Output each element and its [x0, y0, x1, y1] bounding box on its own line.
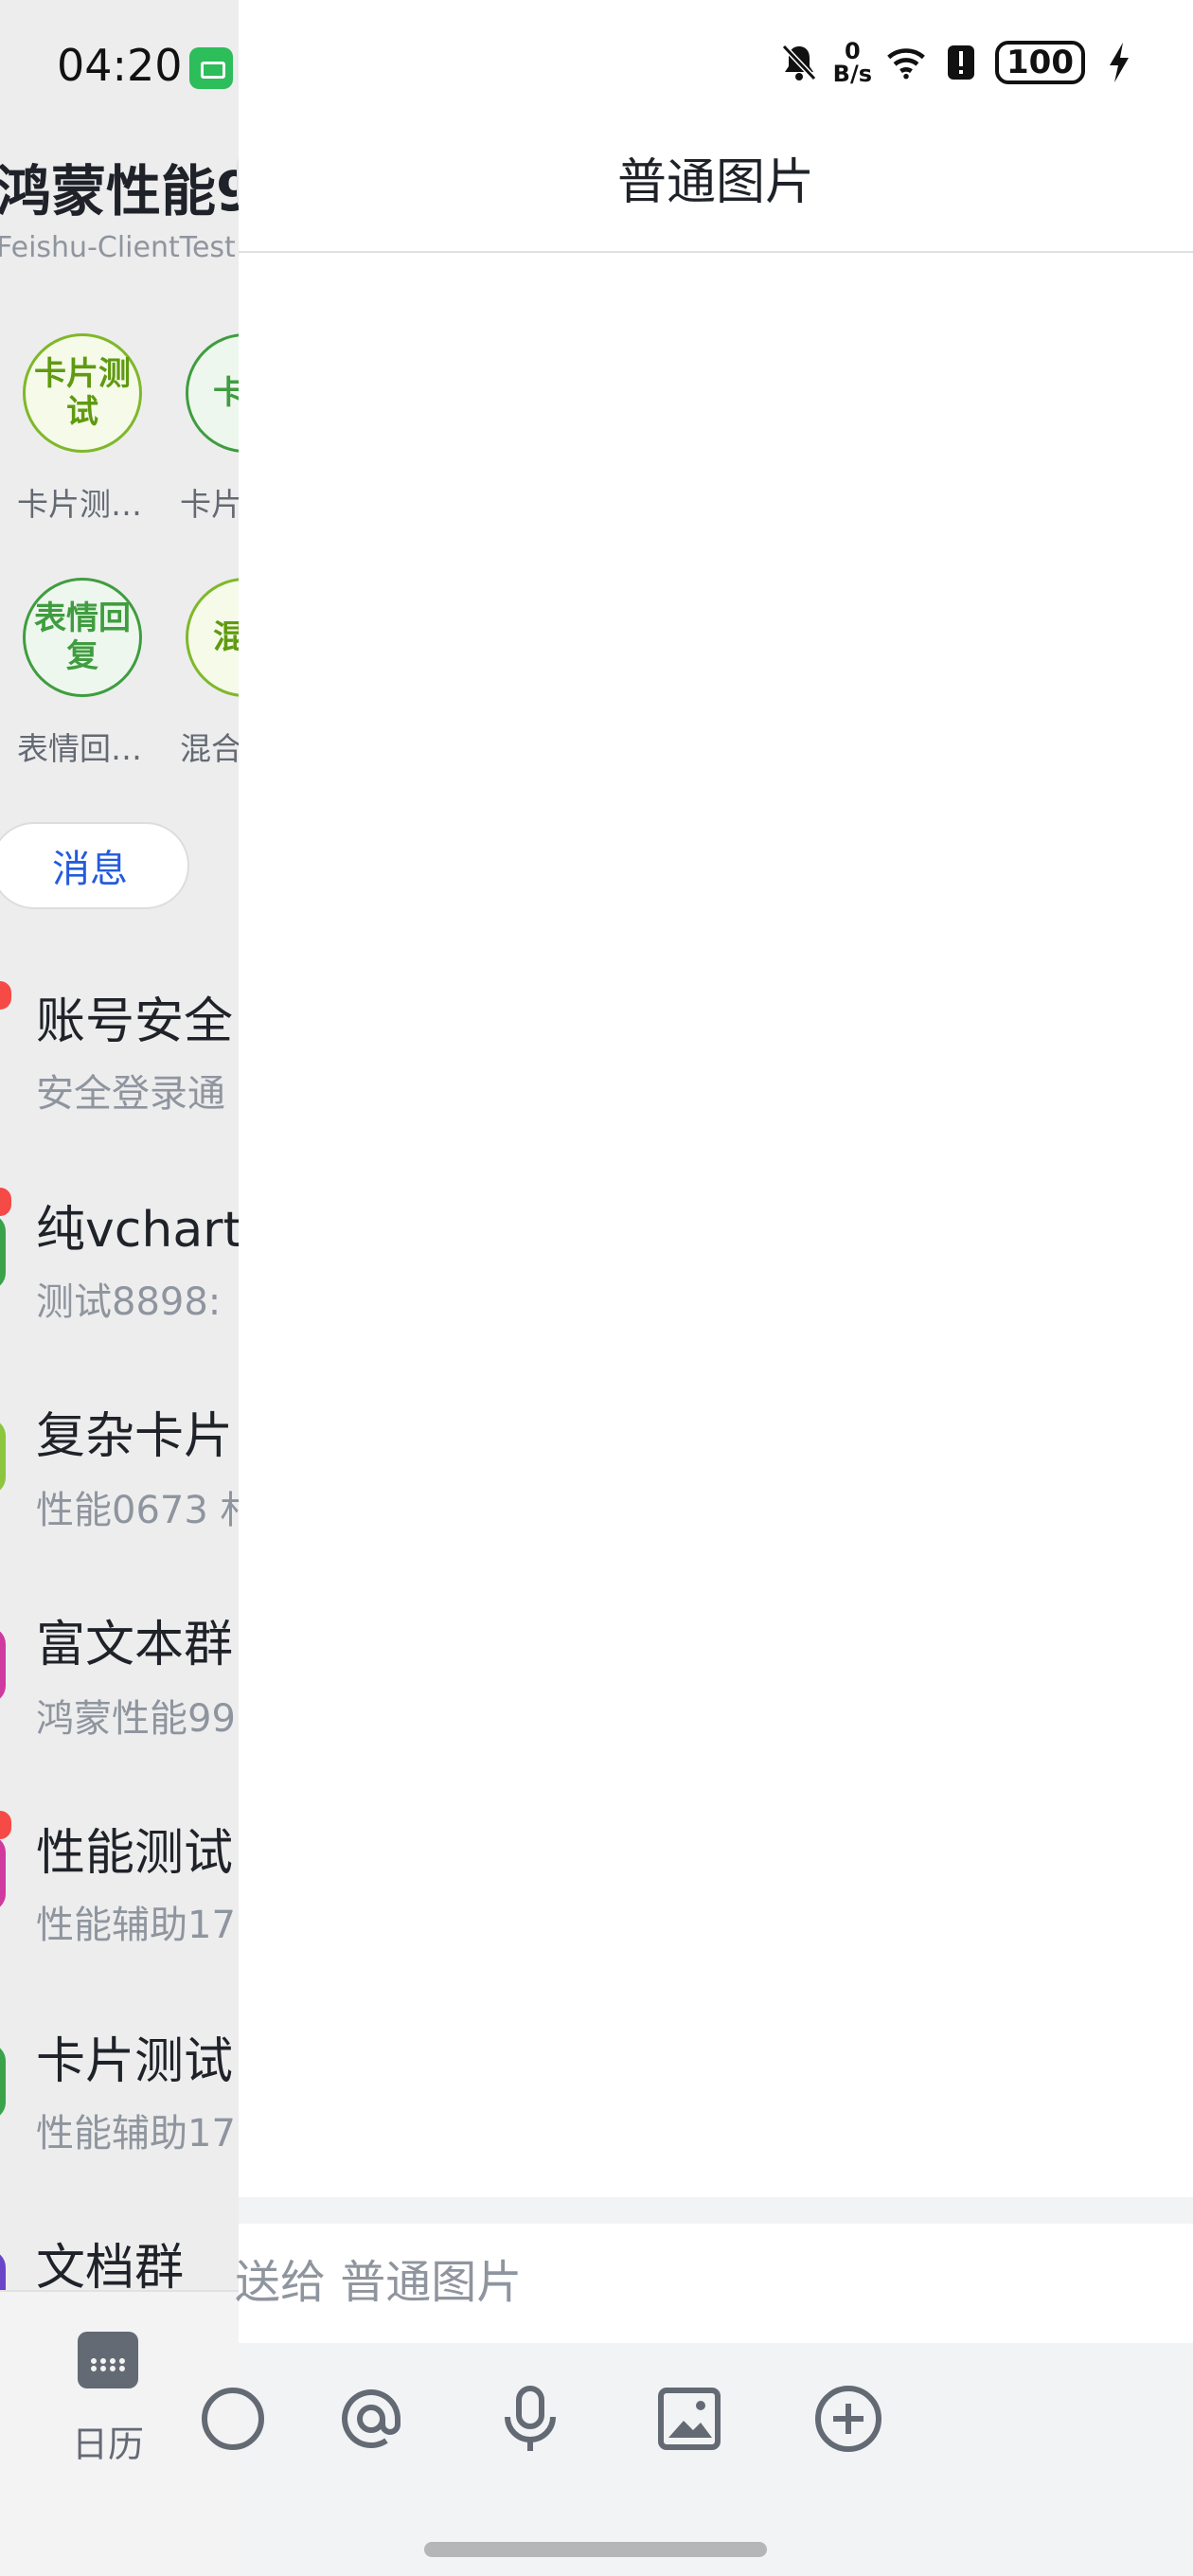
mention-button[interactable] [333, 2381, 409, 2457]
shortcut-label: 表情回… [17, 730, 142, 767]
shortcut-mixed-icon[interactable]: 混消 [186, 578, 239, 697]
bolt-icon [1098, 41, 1140, 84]
shortcut-card-test-icon[interactable]: 卡片测试 [23, 333, 142, 453]
chat-avatar [0, 1835, 6, 1911]
wifi-icon [885, 41, 927, 84]
chat-avatar [0, 1627, 6, 1703]
chat-preview: 性能0673 札 [36, 1489, 239, 1532]
bell-off-icon [778, 41, 820, 84]
plus-circle-icon [815, 2386, 881, 2452]
emoji-button[interactable] [195, 2381, 271, 2457]
status-time: 04:20 [57, 40, 183, 91]
network-speed: 0 B/s [833, 40, 872, 85]
chat-title[interactable]: 性能测试 [36, 1813, 233, 1884]
chat-title[interactable]: 纯vchart [36, 1190, 239, 1261]
chat-title[interactable]: 账号安全 [36, 981, 233, 1052]
voice-button[interactable] [492, 2381, 568, 2457]
emoji-icon [202, 2388, 264, 2450]
image-button[interactable] [651, 2381, 727, 2457]
chat-panel: 0 B/s 100 普通图片 送给 普通图片 [202, 0, 1193, 2576]
unread-badge [0, 1188, 11, 1216]
battery-level: 100 [995, 41, 1085, 84]
shortcut-label: 混合 [180, 730, 239, 767]
shortcut-label: 卡片 [180, 486, 239, 523]
mic-icon [505, 2386, 556, 2451]
chat-title-header: 普通图片 [616, 154, 814, 211]
chat-avatar [0, 2044, 6, 2120]
image-icon [658, 2388, 721, 2450]
chat-preview: 性能辅助17 [36, 1904, 236, 1947]
at-icon [342, 2389, 401, 2449]
net-speed-value: 0 [844, 38, 861, 64]
shortcut-card-test-2-icon[interactable]: 卡测 [186, 333, 239, 453]
tab-calendar-label: 日历 [72, 2424, 145, 2465]
chat-preview: 鸿蒙性能99 [36, 1697, 236, 1741]
chat-avatar [0, 1214, 6, 1290]
tab-messages[interactable]: 消息 [0, 822, 189, 909]
shortcut-reaction-icon[interactable]: 表情回复 [23, 578, 142, 697]
chat-preview: 安全登录通 [36, 1072, 225, 1116]
header-divider [239, 251, 1193, 253]
more-tools-button[interactable] [810, 2381, 886, 2457]
chat-title[interactable]: 文档群 [36, 2227, 184, 2299]
chat-avatar [0, 1419, 6, 1494]
group-subtitle: Feishu-ClientTest [0, 231, 236, 264]
unread-badge [0, 981, 11, 1010]
chat-title[interactable]: 富文本群 [36, 1604, 233, 1675]
chat-title[interactable]: 复杂卡片 [36, 1396, 233, 1467]
unread-badge [0, 1811, 11, 1839]
chat-preview: 性能辅助17 [36, 2112, 236, 2156]
shortcut-label: 卡片测… [17, 486, 142, 523]
input-separator [239, 2197, 1193, 2224]
net-speed-unit: B/s [832, 61, 873, 87]
group-title[interactable]: 鸿蒙性能9… [0, 147, 239, 226]
status-icons: 0 B/s 100 [778, 40, 1140, 85]
message-input[interactable]: 送给 普通图片 [235, 2245, 522, 2311]
chat-list-panel: 04:20 鸿蒙性能9… Feishu-ClientTest 卡片测试 卡片测…… [0, 0, 239, 2576]
chat-preview: 测试8898: [36, 1280, 222, 1324]
calendar-icon [78, 2332, 138, 2388]
chat-title[interactable]: 卡片测试 [36, 2021, 233, 2092]
call-indicator-icon [189, 47, 233, 89]
alert-icon [940, 41, 982, 84]
home-indicator[interactable] [424, 2542, 767, 2557]
